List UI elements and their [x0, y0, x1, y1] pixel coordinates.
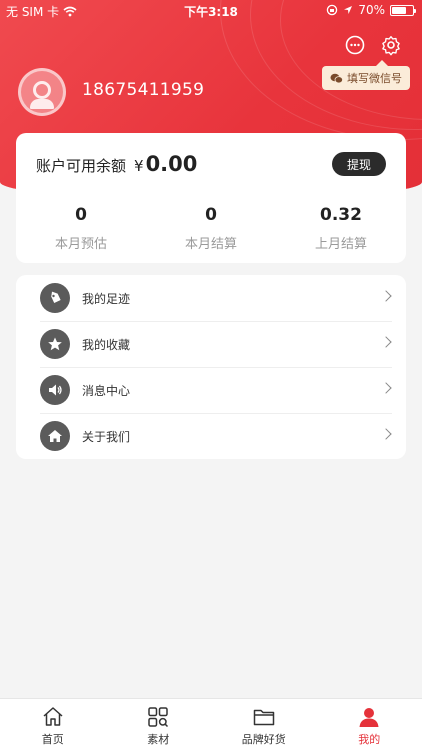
tab-label: 我的 [358, 733, 381, 746]
message-icon[interactable] [344, 34, 366, 56]
tab-home[interactable]: 首页 [0, 699, 106, 750]
home-outline-icon [43, 707, 63, 726]
stat-month-settled[interactable]: 0 本月结算 [146, 205, 276, 252]
stat-label: 本月预估 [54, 237, 107, 252]
earnings-stats: 0 本月预估 0 本月结算 0.32 上月结算 [16, 205, 406, 252]
currency-symbol: ¥ [134, 157, 144, 175]
avatar[interactable] [18, 68, 66, 116]
menu-list: 我的足迹 我的收藏 消息中心 关于我们 [16, 275, 406, 459]
stat-label: 上月结算 [314, 237, 367, 252]
stat-month-estimate[interactable]: 0 本月预估 [16, 205, 146, 252]
balance-amount: 0.00 [145, 152, 198, 176]
user-icon [359, 708, 379, 727]
balance-label: 账户可用余额 [36, 157, 127, 175]
menu-item-about[interactable]: 关于我们 [16, 413, 406, 459]
menu-label: 我的足迹 [82, 291, 131, 306]
tab-label: 首页 [41, 733, 64, 746]
tab-bar: 首页 素材 品牌好货 我的 [0, 698, 422, 750]
location-icon [344, 6, 353, 14]
tab-brands[interactable]: 品牌好货 [211, 699, 317, 750]
wechat-icon [330, 73, 343, 83]
tab-label: 品牌好货 [241, 733, 286, 746]
menu-label: 消息中心 [82, 383, 131, 398]
user-phone: 18675411959 [82, 80, 205, 100]
menu-item-messages[interactable]: 消息中心 [16, 367, 406, 413]
grid-search-icon [148, 707, 169, 728]
orientation-lock-icon [327, 4, 338, 16]
menu-label: 我的收藏 [82, 337, 131, 352]
chevron-right-icon [380, 382, 392, 394]
tab-mine[interactable]: 我的 [317, 699, 422, 750]
wechat-tooltip[interactable]: 填写微信号 [322, 60, 410, 90]
balance-card: 账户可用余额 ¥ 0.00 提现 0 本月预估 0 本月结算 0.32 上月结算 [16, 133, 406, 263]
menu-label: 关于我们 [82, 429, 131, 444]
chevron-right-icon [380, 336, 392, 348]
tab-label: 素材 [147, 733, 170, 746]
star-icon [40, 329, 70, 359]
settings-icon[interactable] [380, 34, 402, 56]
stat-last-month-settled[interactable]: 0.32 上月结算 [276, 205, 406, 252]
stat-value: 0 [75, 205, 87, 225]
battery-percent: 70% [358, 3, 385, 17]
stat-label: 本月结算 [184, 237, 237, 252]
tab-materials[interactable]: 素材 [106, 699, 212, 750]
home-icon [40, 421, 70, 451]
withdraw-button[interactable]: 提现 [332, 152, 386, 176]
speaker-icon [40, 375, 70, 405]
stat-value: 0.32 [320, 205, 362, 225]
folder-icon [253, 709, 274, 726]
chevron-right-icon [380, 428, 392, 440]
battery-icon [390, 4, 416, 16]
tooltip-text: 填写微信号 [347, 72, 402, 85]
chevron-right-icon [380, 290, 392, 302]
menu-item-favorites[interactable]: 我的收藏 [16, 321, 406, 367]
tag-icon [40, 283, 70, 313]
menu-item-footprints[interactable]: 我的足迹 [16, 275, 406, 321]
status-bar: 无 SIM 卡 下午3:18 70% [0, 0, 422, 22]
stat-value: 0 [205, 205, 217, 225]
